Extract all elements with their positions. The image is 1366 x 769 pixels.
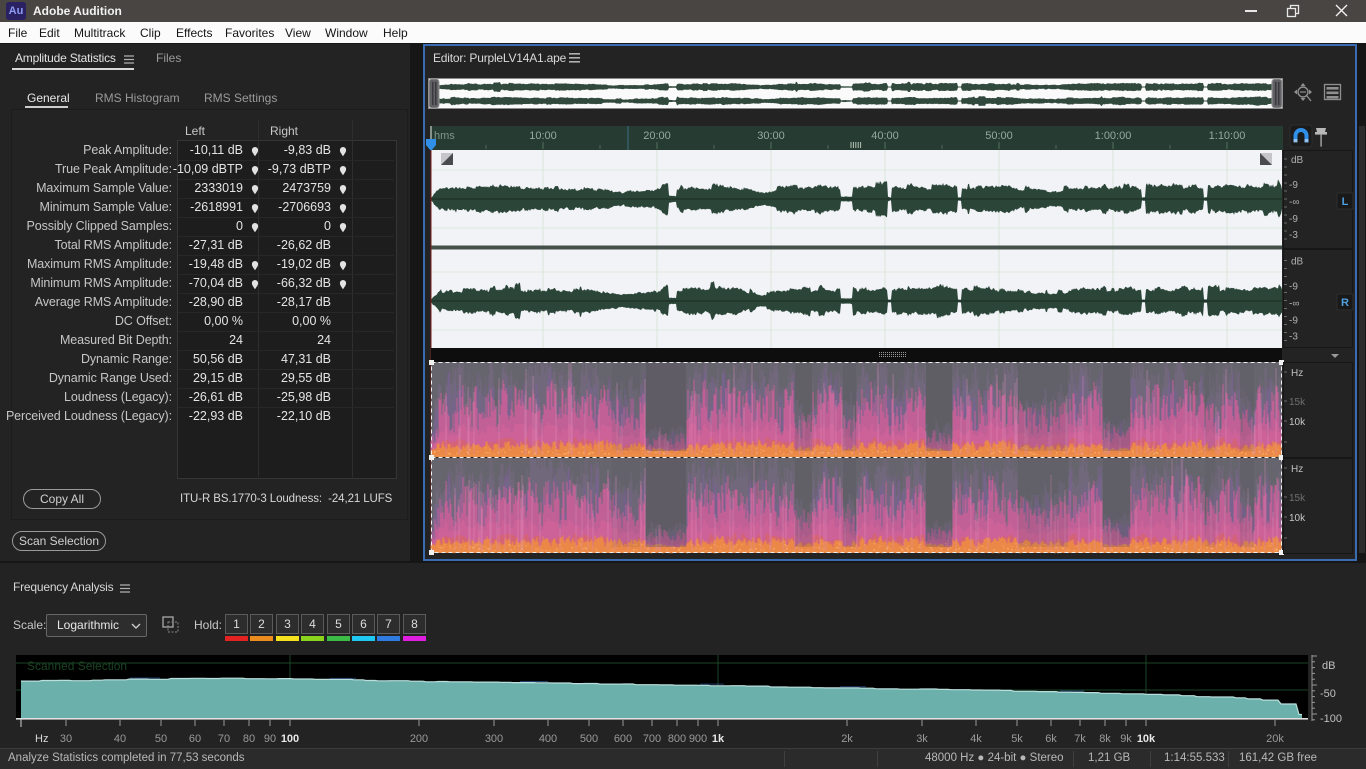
svg-text:400: 400: [539, 733, 557, 745]
svg-text:1k: 1k: [712, 733, 725, 745]
svg-text:Hz: Hz: [35, 733, 48, 745]
svg-text:20:00: 20:00: [643, 130, 671, 142]
svg-text:dB: dB: [1291, 155, 1304, 166]
svg-text:10k: 10k: [1289, 417, 1306, 428]
svg-text:10k: 10k: [1289, 513, 1306, 524]
svg-text:10k: 10k: [1137, 733, 1156, 745]
svg-text:100: 100: [281, 733, 299, 745]
svg-text:700: 700: [643, 733, 661, 745]
svg-text:60: 60: [189, 733, 201, 745]
svg-text:-∞: -∞: [1289, 299, 1299, 310]
svg-text:300: 300: [485, 733, 503, 745]
svg-text:800: 800: [668, 733, 686, 745]
svg-text:dB: dB: [1291, 257, 1304, 268]
svg-text:90: 90: [264, 733, 276, 745]
svg-text:-9: -9: [1289, 282, 1298, 293]
svg-text:30: 30: [60, 733, 72, 745]
svg-text:dB: dB: [1322, 660, 1335, 672]
svg-text:6k: 6k: [1045, 733, 1057, 745]
svg-text:-∞: -∞: [1289, 197, 1299, 208]
svg-text:10:00: 10:00: [529, 130, 557, 142]
svg-text:80: 80: [243, 733, 255, 745]
svg-text:Hz: Hz: [1291, 368, 1303, 379]
svg-text:7k: 7k: [1074, 733, 1086, 745]
svg-text:R: R: [1341, 297, 1349, 309]
svg-text:15k: 15k: [1289, 397, 1306, 408]
svg-text:200: 200: [410, 733, 428, 745]
svg-text:L: L: [1342, 196, 1349, 208]
svg-text:9k: 9k: [1120, 733, 1132, 745]
svg-text:5k: 5k: [1011, 733, 1023, 745]
svg-text:4k: 4k: [970, 733, 982, 745]
svg-text:1:00:00: 1:00:00: [1095, 130, 1132, 142]
svg-text:70: 70: [218, 733, 230, 745]
svg-text:Scanned Selection: Scanned Selection: [27, 659, 127, 673]
svg-text:hms: hms: [434, 130, 455, 142]
svg-text:-9: -9: [1289, 214, 1298, 225]
svg-text:50:00: 50:00: [985, 130, 1013, 142]
svg-text:2k: 2k: [841, 733, 853, 745]
svg-text:600: 600: [614, 733, 632, 745]
svg-text:-3: -3: [1289, 230, 1298, 241]
svg-text:-3: -3: [1289, 332, 1298, 343]
svg-text:Hz: Hz: [1291, 464, 1303, 475]
svg-text:Editor: PurpleLV14A1.ape: Editor: PurpleLV14A1.ape: [433, 51, 567, 65]
svg-text:-9: -9: [1289, 316, 1298, 327]
svg-text:40:00: 40:00: [871, 130, 899, 142]
svg-text:40: 40: [114, 733, 126, 745]
svg-text:-100: -100: [1320, 713, 1342, 725]
svg-text:8k: 8k: [1099, 733, 1111, 745]
svg-text:1:10:00: 1:10:00: [1209, 130, 1246, 142]
svg-text:3k: 3k: [916, 733, 928, 745]
svg-text:500: 500: [580, 733, 598, 745]
svg-text:900: 900: [689, 733, 707, 745]
svg-text:20k: 20k: [1266, 733, 1284, 745]
svg-text:50: 50: [155, 733, 167, 745]
svg-text:30:00: 30:00: [757, 130, 785, 142]
svg-text:-9: -9: [1289, 180, 1298, 191]
svg-text:15k: 15k: [1289, 493, 1306, 504]
svg-text:-50: -50: [1320, 688, 1336, 700]
